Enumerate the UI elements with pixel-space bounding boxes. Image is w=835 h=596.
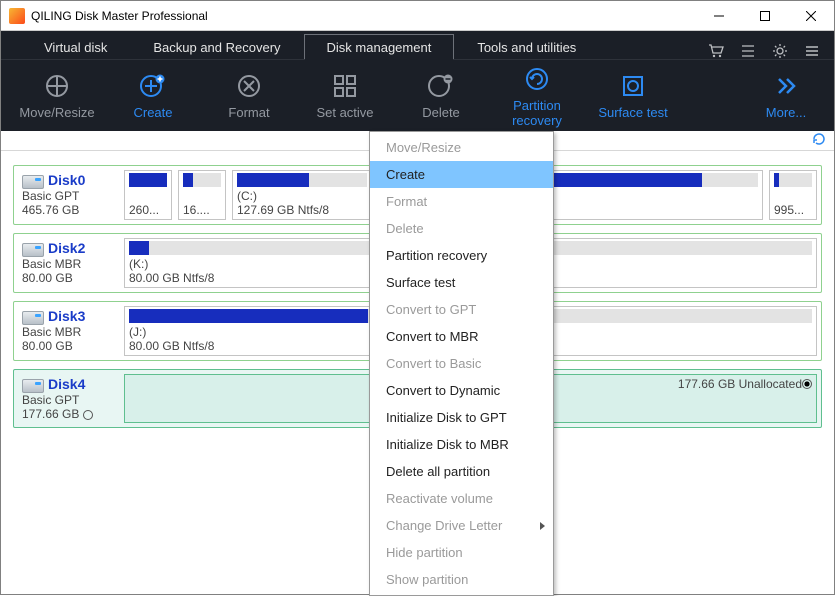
action-label: Partition recovery: [489, 98, 585, 128]
partition-label: 177.66 GB Unallocated: [678, 377, 812, 391]
action-move-resize[interactable]: Move/Resize: [9, 64, 105, 127]
usage-bar: [183, 173, 221, 187]
set-active-icon: [330, 71, 360, 101]
action-surface-test[interactable]: Surface test: [585, 64, 681, 127]
window-title: QILING Disk Master Professional: [31, 9, 208, 23]
context-menu: Move/ResizeCreateFormatDeletePartition r…: [369, 131, 554, 596]
drive-icon: [22, 379, 44, 393]
tab-backup-recovery[interactable]: Backup and Recovery: [130, 34, 303, 59]
action-label: Set active: [316, 105, 373, 120]
disk-size: 465.76 GB: [22, 203, 114, 217]
context-menu-item: Show partition: [370, 566, 553, 593]
tab-bar: Virtual disk Backup and Recovery Disk ma…: [1, 31, 834, 59]
context-menu-item: Change Drive Letter: [370, 512, 553, 539]
context-menu-item[interactable]: Create: [370, 161, 553, 188]
context-menu-item[interactable]: Convert to Dynamic: [370, 377, 553, 404]
action-label: Surface test: [598, 105, 667, 120]
tab-disk-management[interactable]: Disk management: [304, 34, 455, 59]
toolbar-right-icons: [708, 43, 828, 59]
disk-name: Disk3: [48, 308, 85, 324]
disk-type: Basic GPT: [22, 189, 114, 203]
context-menu-item[interactable]: Partition recovery: [370, 242, 553, 269]
disk-size: 80.00 GB: [22, 339, 114, 353]
surface-test-icon: [618, 71, 648, 101]
create-icon: [138, 71, 168, 101]
drive-icon: [22, 243, 44, 257]
partition-label: 16....: [183, 203, 221, 217]
action-format[interactable]: Format: [201, 64, 297, 127]
context-menu-item[interactable]: Surface test: [370, 269, 553, 296]
refresh-icon[interactable]: [812, 132, 826, 146]
window-buttons: [696, 1, 834, 30]
tab-tools-utilities[interactable]: Tools and utilities: [454, 34, 599, 59]
delete-icon: [426, 71, 456, 101]
disk-name: Disk0: [48, 172, 85, 188]
radio-empty: [83, 410, 93, 420]
partition-card[interactable]: 995...: [769, 170, 817, 220]
partition-label: 127.69 GB Ntfs/8: [237, 203, 367, 217]
action-more[interactable]: More...: [746, 64, 826, 127]
drive-letter: (C:): [237, 189, 367, 203]
format-icon: [234, 71, 264, 101]
context-menu-item: Move/Resize: [370, 134, 553, 161]
maximize-button[interactable]: [742, 1, 788, 30]
action-create[interactable]: Create: [105, 64, 201, 127]
minimize-button[interactable]: [696, 1, 742, 30]
action-ribbon: Move/Resize Create Format Set active Del…: [1, 59, 834, 131]
context-menu-item: Convert to Basic: [370, 350, 553, 377]
action-partition-recovery[interactable]: Partition recovery: [489, 64, 585, 127]
disk-name: Disk2: [48, 240, 85, 256]
app-icon: [9, 8, 25, 24]
move-resize-icon: [42, 71, 72, 101]
usage-bar: [129, 173, 167, 187]
action-label: More...: [766, 105, 806, 120]
drive-icon: [22, 311, 44, 325]
action-delete[interactable]: Delete: [393, 64, 489, 127]
radio-selected: [802, 379, 812, 389]
disk-info: Disk2Basic MBR80.00 GB: [18, 238, 118, 288]
usage-bar: [774, 173, 812, 187]
context-menu-item: Delete: [370, 215, 553, 242]
action-label: Format: [228, 105, 269, 120]
context-menu-item: Reactivate volume: [370, 485, 553, 512]
partition-card[interactable]: 260...: [124, 170, 172, 220]
list-icon[interactable]: [740, 43, 756, 59]
partition-recovery-icon: [522, 64, 552, 94]
tab-virtual-disk[interactable]: Virtual disk: [21, 34, 130, 59]
cart-icon[interactable]: [708, 43, 724, 59]
partition-card[interactable]: 16....: [178, 170, 226, 220]
menu-icon[interactable]: [804, 43, 820, 59]
context-menu-item[interactable]: Initialize Disk to GPT: [370, 404, 553, 431]
disk-type: Basic MBR: [22, 325, 114, 339]
close-button[interactable]: [788, 1, 834, 30]
more-icon: [771, 71, 801, 101]
disk-info: Disk0Basic GPT465.76 GB: [18, 170, 118, 220]
context-menu-item[interactable]: Delete all partition: [370, 458, 553, 485]
disk-size: 80.00 GB: [22, 271, 114, 285]
usage-bar: [237, 173, 367, 187]
partition-label: 260...: [129, 203, 167, 217]
title-bar: QILING Disk Master Professional: [1, 1, 834, 31]
gear-icon[interactable]: [772, 43, 788, 59]
context-menu-item: Format: [370, 188, 553, 215]
action-label: Move/Resize: [19, 105, 94, 120]
context-menu-item: Convert to GPT: [370, 296, 553, 323]
disk-size: 177.66 GB: [22, 407, 114, 421]
drive-icon: [22, 175, 44, 189]
disk-type: Basic GPT: [22, 393, 114, 407]
partition-card[interactable]: (C:)127.69 GB Ntfs/8: [232, 170, 372, 220]
disk-info: Disk3Basic MBR80.00 GB: [18, 306, 118, 356]
context-menu-item[interactable]: Initialize Disk to MBR: [370, 431, 553, 458]
disk-name: Disk4: [48, 376, 85, 392]
disk-info: Disk4Basic GPT177.66 GB: [18, 374, 118, 423]
context-menu-item[interactable]: Convert to MBR: [370, 323, 553, 350]
disk-type: Basic MBR: [22, 257, 114, 271]
partition-label: 995...: [774, 203, 812, 217]
action-label: Delete: [422, 105, 460, 120]
action-set-active[interactable]: Set active: [297, 64, 393, 127]
context-menu-item: Hide partition: [370, 539, 553, 566]
action-label: Create: [133, 105, 172, 120]
